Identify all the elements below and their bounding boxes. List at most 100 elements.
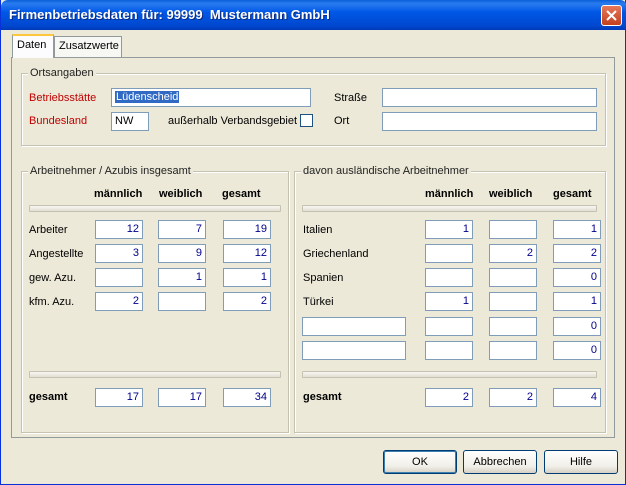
custom2-weiblich-input[interactable] (489, 341, 537, 360)
hilfe-button-label: Hilfe (569, 456, 592, 468)
custom1-weiblich-input[interactable] (489, 317, 537, 336)
betriebsstaette-value: Lüdenscheid (115, 91, 180, 103)
cell-value: 19 (254, 223, 267, 235)
arbeiter-maennlich-input[interactable]: 12 (95, 220, 143, 239)
right-row-label: Türkei (303, 296, 334, 308)
right-total-label: gesamt (303, 391, 342, 403)
group-auslaendische-arbeitnehmer: davon ausländische Arbeitnehmer männlich… (294, 165, 606, 433)
country-name-input-2[interactable] (302, 341, 406, 360)
right-total-separator (302, 371, 597, 378)
cell-value: 17 (189, 391, 202, 403)
custom1-maennlich-input[interactable] (425, 317, 473, 336)
gew-azu-maennlich-input[interactable] (95, 268, 143, 287)
cell-value: 4 (590, 391, 597, 403)
left-total-maennlich[interactable]: 17 (95, 388, 143, 407)
custom2-gesamt-input[interactable]: 0 (553, 341, 601, 360)
cell-value: 2 (590, 247, 597, 259)
kfm-azu-gesamt-input[interactable]: 2 (223, 292, 271, 311)
left-header-gesamt: gesamt (222, 188, 261, 200)
left-total-weiblich[interactable]: 17 (158, 388, 206, 407)
italien-maennlich-input[interactable]: 1 (425, 220, 473, 239)
group-arbeitnehmer-insgesamt-label: Arbeitnehmer / Azubis insgesamt (28, 165, 193, 177)
right-row-label: Spanien (303, 272, 344, 284)
ok-button[interactable]: OK (383, 450, 457, 474)
custom1-gesamt-input[interactable]: 0 (553, 317, 601, 336)
cell-value: 9 (195, 247, 202, 259)
tuerkei-gesamt-input[interactable]: 1 (553, 292, 601, 311)
bundesland-label: Bundesland (29, 115, 88, 127)
tab-panel-daten: Ortsangaben Betriebsstätte Lüdenscheid B… (11, 57, 615, 438)
cell-value: 12 (126, 223, 139, 235)
left-row-label: kfm. Azu. (29, 296, 75, 308)
spanien-gesamt-input[interactable]: 0 (553, 268, 601, 287)
right-total-maennlich[interactable]: 2 (425, 388, 473, 407)
ausserhalb-verbandsgebiet-checkbox[interactable] (300, 114, 313, 127)
cell-value: 2 (526, 247, 533, 259)
cell-value: 1 (195, 271, 202, 283)
bundesland-input[interactable]: NW (111, 112, 149, 131)
cell-value: 1 (590, 295, 597, 307)
cell-value: 2 (526, 391, 533, 403)
right-total-weiblich[interactable]: 2 (489, 388, 537, 407)
kfm-azu-maennlich-input[interactable]: 2 (95, 292, 143, 311)
left-total-gesamt[interactable]: 34 (223, 388, 271, 407)
country-name-input-1[interactable] (302, 317, 406, 336)
right-row-label: Italien (303, 224, 333, 236)
right-header-weiblich: weiblich (489, 188, 533, 200)
right-total-gesamt[interactable]: 4 (553, 388, 601, 407)
custom2-maennlich-input[interactable] (425, 341, 473, 360)
angestellte-gesamt-input[interactable]: 12 (223, 244, 271, 263)
close-icon (606, 10, 617, 21)
cell-value: 1 (462, 223, 469, 235)
cell-value: 12 (254, 247, 267, 259)
cell-value: 34 (254, 391, 267, 403)
tuerkei-maennlich-input[interactable]: 1 (425, 292, 473, 311)
left-header-maennlich: männlich (94, 188, 143, 200)
tab-zusatzwerte[interactable]: Zusatzwerte (54, 36, 122, 57)
tab-zusatzwerte-label: Zusatzwerte (59, 40, 119, 52)
griechenland-gesamt-input[interactable]: 2 (553, 244, 601, 263)
cell-value: 1 (590, 223, 597, 235)
bundesland-value: NW (115, 115, 134, 127)
abbrechen-button[interactable]: Abbrechen (463, 450, 537, 474)
right-header-maennlich: männlich (425, 188, 474, 200)
cell-value: 17 (126, 391, 139, 403)
strasse-input[interactable] (382, 88, 597, 107)
right-header-separator (302, 205, 597, 212)
gew-azu-weiblich-input[interactable]: 1 (158, 268, 206, 287)
hilfe-button[interactable]: Hilfe (544, 450, 618, 474)
italien-weiblich-input[interactable] (489, 220, 537, 239)
ort-label: Ort (334, 115, 350, 127)
spanien-weiblich-input[interactable] (489, 268, 537, 287)
left-row-label: Angestellte (29, 248, 84, 260)
angestellte-maennlich-input[interactable]: 3 (95, 244, 143, 263)
title-bar[interactable]: Firmenbetriebsdaten für: 99999 Musterman… (1, 0, 626, 30)
griechenland-weiblich-input[interactable]: 2 (489, 244, 537, 263)
tab-daten[interactable]: Daten (12, 34, 54, 58)
spanien-maennlich-input[interactable] (425, 268, 473, 287)
cell-value: 2 (132, 295, 139, 307)
italien-gesamt-input[interactable]: 1 (553, 220, 601, 239)
gew-azu-gesamt-input[interactable]: 1 (223, 268, 271, 287)
left-total-label: gesamt (29, 391, 68, 403)
abbrechen-button-label: Abbrechen (473, 456, 527, 468)
angestellte-weiblich-input[interactable]: 9 (158, 244, 206, 263)
tuerkei-weiblich-input[interactable] (489, 292, 537, 311)
arbeiter-gesamt-input[interactable]: 19 (223, 220, 271, 239)
left-header-separator (29, 205, 281, 212)
kfm-azu-weiblich-input[interactable] (158, 292, 206, 311)
left-row-label: gew. Azu. (29, 272, 77, 284)
group-ortsangaben-label: Ortsangaben (28, 67, 96, 79)
cell-value: 0 (590, 320, 597, 332)
ok-button-label: OK (412, 456, 428, 468)
close-button[interactable] (601, 5, 622, 26)
griechenland-maennlich-input[interactable] (425, 244, 473, 263)
arbeiter-weiblich-input[interactable]: 7 (158, 220, 206, 239)
betriebsstaette-input[interactable]: Lüdenscheid (111, 88, 311, 107)
right-header-gesamt: gesamt (553, 188, 592, 200)
cell-value: 0 (590, 271, 597, 283)
group-auslaendische-arbeitnehmer-label: davon ausländische Arbeitnehmer (301, 165, 471, 177)
ort-input[interactable] (382, 112, 597, 131)
left-header-weiblich: weiblich (159, 188, 203, 200)
right-row-label: Griechenland (303, 248, 369, 260)
